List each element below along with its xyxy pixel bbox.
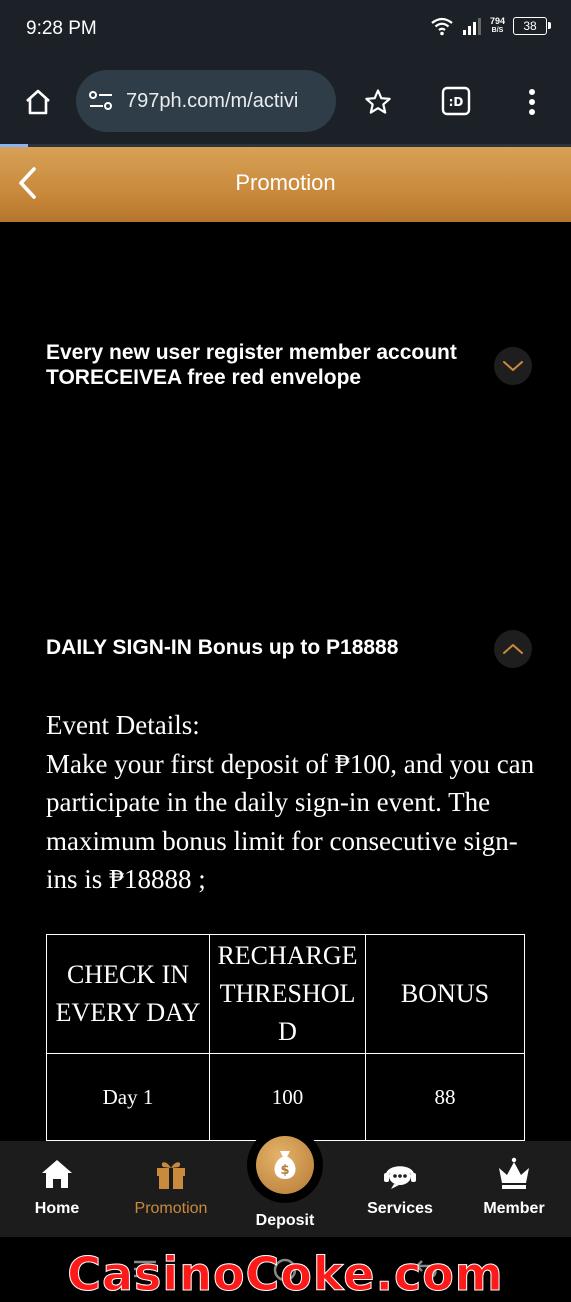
event-details: Event Details: Make your first deposit o…: [46, 706, 536, 899]
battery-icon: 38: [513, 17, 551, 35]
nav-promotion[interactable]: Promotion: [126, 1141, 216, 1237]
promotion-title-line: Every new user register member account: [46, 341, 457, 364]
status-icons: 794 B/S 38: [430, 16, 551, 36]
bonus-table: CHECK IN EVERY DAY RECHARGE THRESHOLD BO…: [46, 934, 525, 1141]
status-time: 9:28 PM: [26, 18, 97, 39]
table-header-bonus: BONUS: [365, 934, 525, 1054]
nav-label-promotion: Promotion: [134, 1200, 208, 1217]
table-header-check-in: CHECK IN EVERY DAY: [46, 934, 210, 1054]
network-speed-value: 794: [489, 16, 505, 26]
promotion-title-new-user[interactable]: Every new user register member account T…: [46, 340, 486, 390]
url-text[interactable]: 797ph.com/m/activi: [126, 90, 322, 113]
nav-label-home: Home: [34, 1200, 80, 1217]
svg-text::D: :D: [449, 95, 464, 109]
collapse-button[interactable]: [494, 630, 532, 668]
nav-label-services: Services: [367, 1200, 433, 1217]
promotion-title-line: TORECEIVEA free red envelope: [46, 366, 362, 389]
signal-icon: [462, 18, 481, 35]
nav-home[interactable]: Home: [22, 1141, 92, 1237]
page-title: Promotion: [235, 170, 336, 195]
bottom-nav: Home Promotion $ Deposit Services Member: [0, 1127, 571, 1237]
tab-switcher-icon: :D: [441, 86, 471, 116]
chevron-up-icon: [503, 644, 523, 654]
table-cell-day: Day 1: [46, 1053, 210, 1141]
nav-member[interactable]: Member: [474, 1141, 554, 1237]
crown-icon: [499, 1157, 529, 1189]
gift-icon: [157, 1162, 185, 1189]
site-settings-icon[interactable]: [88, 90, 114, 112]
table-header-recharge-threshold: RECHARGE THRESHOLD: [209, 934, 366, 1054]
table-header-row: CHECK IN EVERY DAY RECHARGE THRESHOLD BO…: [46, 934, 525, 1054]
browser-home-button[interactable]: [20, 84, 56, 120]
event-details-heading: Event Details:: [46, 710, 200, 740]
home-icon: [26, 89, 50, 115]
home-icon: [42, 1160, 72, 1188]
status-bar: 9:28 PM 794 B/S 38: [0, 0, 571, 58]
tab-switcher-button[interactable]: :D: [440, 85, 472, 117]
network-speed: 794 B/S: [490, 17, 505, 35]
nav-label-member: Member: [483, 1200, 545, 1217]
url-bar[interactable]: 797ph.com/m/activi: [76, 70, 336, 132]
star-icon: [365, 89, 391, 114]
expand-button[interactable]: [494, 347, 532, 385]
more-vert-icon: [529, 89, 535, 115]
nav-services[interactable]: Services: [360, 1141, 440, 1237]
event-details-body: Make your first deposit of ₱100, and you…: [46, 748, 535, 895]
page-header: Promotion: [0, 147, 571, 222]
wifi-icon: [431, 17, 453, 36]
promotion-title-daily-signin[interactable]: DAILY SIGN-IN Bonus up to P18888: [46, 635, 486, 660]
nav-deposit[interactable]: Deposit: [250, 1141, 320, 1237]
table-cell-bonus: 88: [365, 1053, 525, 1141]
bookmark-button[interactable]: [362, 86, 394, 118]
chevron-down-icon: [503, 361, 523, 371]
headset-icon: [384, 1166, 416, 1189]
nav-label-deposit: Deposit: [255, 1212, 315, 1229]
more-menu-button[interactable]: [522, 86, 542, 118]
watermark-logo: CasinoCoke.com: [67, 1247, 504, 1302]
network-speed-unit: B/S: [491, 27, 504, 34]
browser-toolbar: 797ph.com/m/activi :D: [0, 58, 571, 144]
